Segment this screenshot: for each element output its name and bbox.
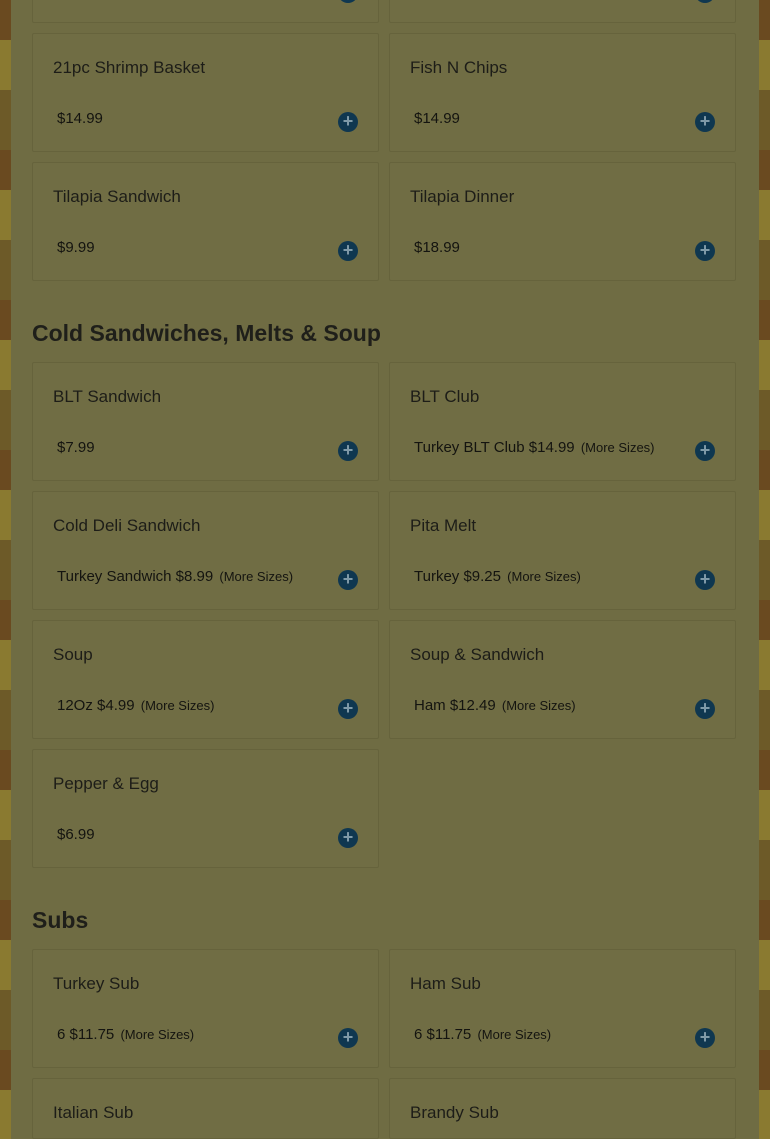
item-name: Ham Sub (410, 974, 481, 993)
menu-page: + + 21pc Shrimp Basket $14.99 + Fish N C… (11, 0, 759, 1139)
decorative-border-right (758, 0, 770, 1139)
menu-item-card[interactable]: Fish N Chips $14.99 + (389, 33, 736, 152)
item-name: BLT Sandwich (53, 387, 162, 406)
menu-item-card[interactable]: Tilapia Sandwich $9.99 + (32, 162, 379, 281)
item-name: Cold Deli Sandwich (53, 516, 201, 535)
menu-item-card[interactable]: 21pc Shrimp Basket $14.99 + (32, 33, 379, 152)
add-item-icon[interactable]: + (695, 441, 715, 461)
item-name: Tilapia Sandwich (53, 187, 181, 206)
item-name: Pita Melt (410, 516, 477, 535)
item-name: BLT Club (410, 387, 480, 406)
menu-item-card[interactable]: Brandy Sub (389, 1078, 736, 1139)
more-sizes-label: (More Sizes) (477, 1027, 552, 1042)
more-sizes-label: (More Sizes) (140, 698, 215, 713)
menu-item-card[interactable]: Ham Sub 6 $11.75 (More Sizes) + (389, 949, 736, 1068)
add-item-icon[interactable]: + (338, 241, 358, 261)
add-item-icon[interactable]: + (695, 1028, 715, 1048)
add-item-icon[interactable]: + (695, 699, 715, 719)
more-sizes-label: (More Sizes) (580, 440, 655, 455)
item-name: Italian Sub (53, 1103, 134, 1122)
menu-item-card[interactable]: + (389, 0, 736, 23)
item-name: Soup (53, 645, 93, 664)
add-item-icon[interactable]: + (695, 570, 715, 590)
add-item-icon[interactable]: + (338, 441, 358, 461)
more-sizes-label: (More Sizes) (120, 1027, 195, 1042)
item-price: 12Oz $4.99 (More Sizes) (57, 697, 215, 714)
menu-item-card[interactable]: Soup 12Oz $4.99 (More Sizes) + (32, 620, 379, 739)
menu-item-card[interactable]: Cold Deli Sandwich Turkey Sandwich $8.99… (32, 491, 379, 610)
menu-item-card[interactable]: BLT Sandwich $7.99 + (32, 362, 379, 481)
add-item-icon[interactable]: + (695, 241, 715, 261)
item-price: $14.99 (57, 110, 103, 127)
item-price: $9.99 (57, 239, 95, 256)
item-price: $18.99 (414, 239, 460, 256)
more-sizes-label: (More Sizes) (507, 569, 581, 584)
section-title: Subs (32, 907, 89, 933)
item-price: Turkey $9.25 (More Sizes) (414, 568, 581, 585)
menu-item-card[interactable]: + (32, 0, 379, 23)
more-sizes-label: (More Sizes) (501, 698, 576, 713)
item-price: $14.99 (414, 110, 460, 127)
item-price: Turkey BLT Club $14.99 (More Sizes) (414, 439, 655, 456)
add-item-icon[interactable]: + (338, 0, 358, 3)
item-name: Pepper & Egg (53, 774, 159, 793)
item-name: Tilapia Dinner (410, 187, 515, 206)
item-price: Turkey Sandwich $8.99 (More Sizes) (57, 568, 294, 585)
item-name: Soup & Sandwich (410, 645, 545, 664)
item-name: Fish N Chips (410, 58, 508, 77)
add-item-icon[interactable]: + (338, 112, 358, 132)
more-sizes-label: (More Sizes) (219, 569, 294, 584)
item-price: 6 $11.75 (More Sizes) (57, 1026, 195, 1043)
add-item-icon[interactable]: + (338, 570, 358, 590)
item-price: 6 $11.75 (More Sizes) (414, 1026, 552, 1043)
item-price: $7.99 (57, 439, 95, 456)
menu-item-card[interactable]: Pita Melt Turkey $9.25 (More Sizes) + (389, 491, 736, 610)
menu-item-card[interactable]: Pepper & Egg $6.99 + (32, 749, 379, 868)
menu-item-card[interactable]: BLT Club Turkey BLT Club $14.99 (More Si… (389, 362, 736, 481)
add-item-icon[interactable]: + (695, 112, 715, 132)
add-item-icon[interactable]: + (338, 828, 358, 848)
item-name: Brandy Sub (410, 1103, 499, 1122)
menu-item-card[interactable]: Turkey Sub 6 $11.75 (More Sizes) + (32, 949, 379, 1068)
menu-item-card[interactable]: Italian Sub (32, 1078, 379, 1139)
add-item-icon[interactable]: + (338, 1028, 358, 1048)
item-price: Ham $12.49 (More Sizes) (414, 697, 576, 714)
add-item-icon[interactable]: + (695, 0, 715, 3)
item-name: 21pc Shrimp Basket (53, 58, 206, 77)
add-item-icon[interactable]: + (338, 699, 358, 719)
item-price: $6.99 (57, 826, 95, 843)
section-title: Cold Sandwiches, Melts & Soup (32, 320, 381, 346)
menu-item-card[interactable]: Soup & Sandwich Ham $12.49 (More Sizes) … (389, 620, 736, 739)
item-name: Turkey Sub (53, 974, 140, 993)
menu-item-card[interactable]: Tilapia Dinner $18.99 + (389, 162, 736, 281)
